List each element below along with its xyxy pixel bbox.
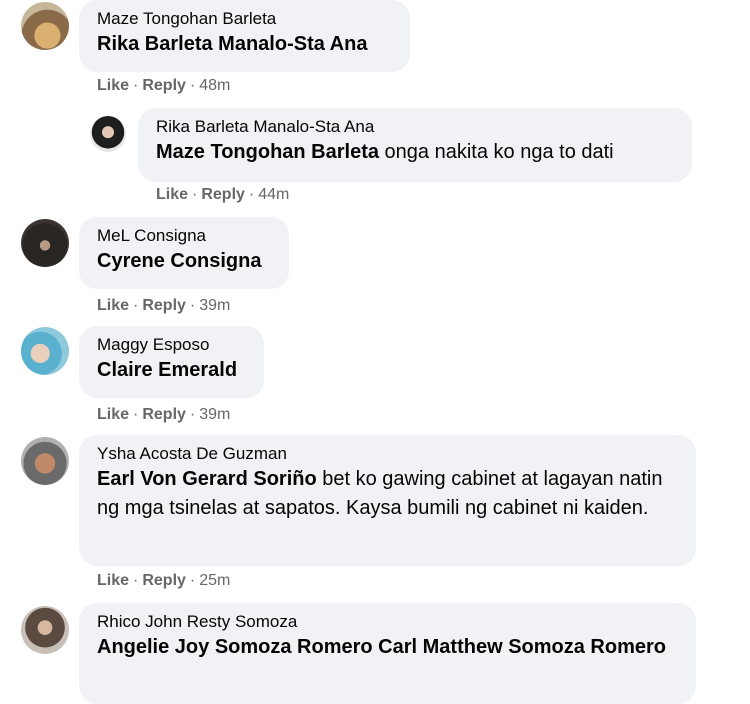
comment-actions: Like · Reply · 39m xyxy=(97,406,231,423)
comment-author[interactable]: Rhico John Resty Somoza xyxy=(97,611,678,633)
mention-link[interactable]: Earl Von Gerard Soriño xyxy=(97,468,317,490)
avatar[interactable] xyxy=(90,116,126,152)
like-button[interactable]: Like xyxy=(97,77,129,94)
comment-actions: Like · Reply · 48m xyxy=(97,77,231,94)
comment-author[interactable]: Maggy Esposo xyxy=(97,334,246,356)
timestamp[interactable]: 39m xyxy=(199,297,230,314)
mention-link[interactable]: Claire Emerald xyxy=(97,359,237,381)
avatar[interactable] xyxy=(21,437,69,485)
reply-button[interactable]: Reply xyxy=(142,297,186,314)
comment-actions: Like · Reply · 25m xyxy=(97,572,231,589)
mention-link[interactable]: Angelie Joy Somoza Romero Carl Matthew S… xyxy=(97,636,666,658)
avatar[interactable] xyxy=(21,606,69,654)
timestamp[interactable]: 48m xyxy=(199,77,230,94)
comment-author[interactable]: MeL Consigna xyxy=(97,225,271,247)
mention-link[interactable]: Cyrene Consigna xyxy=(97,250,261,272)
like-button[interactable]: Like xyxy=(156,186,188,203)
comment-author[interactable]: Ysha Acosta De Guzman xyxy=(97,443,678,465)
like-button[interactable]: Like xyxy=(97,297,129,314)
like-button[interactable]: Like xyxy=(97,406,129,423)
comment-text: Maze Tongohan Barleta onga nakita ko nga… xyxy=(156,141,614,163)
comment-text: Cyrene Consigna xyxy=(97,250,261,272)
comment-bubble: Rhico John Resty Somoza Angelie Joy Somo… xyxy=(79,603,696,704)
comment-text: Claire Emerald xyxy=(97,359,237,381)
comment-bubble: Maze Tongohan Barleta Rika Barleta Manal… xyxy=(79,0,410,72)
reply-button[interactable]: Reply xyxy=(142,406,186,423)
mention-link[interactable]: Maze Tongohan Barleta xyxy=(156,141,379,163)
comment-actions: Like · Reply · 39m xyxy=(97,297,231,314)
comment-bubble: Rika Barleta Manalo-Sta Ana Maze Tongoha… xyxy=(138,108,692,182)
mention-link[interactable]: Rika Barleta Manalo-Sta Ana xyxy=(97,33,367,55)
timestamp[interactable]: 25m xyxy=(199,572,230,589)
comment-text: Angelie Joy Somoza Romero Carl Matthew S… xyxy=(97,636,666,658)
reply-button[interactable]: Reply xyxy=(142,572,186,589)
comment-author[interactable]: Maze Tongohan Barleta xyxy=(97,8,392,30)
avatar[interactable] xyxy=(21,327,69,375)
comment-bubble: Ysha Acosta De Guzman Earl Von Gerard So… xyxy=(79,435,696,566)
timestamp[interactable]: 44m xyxy=(258,186,289,203)
comment-text: Earl Von Gerard Soriño bet ko gawing cab… xyxy=(97,468,663,519)
reply-button[interactable]: Reply xyxy=(201,186,245,203)
like-button[interactable]: Like xyxy=(97,572,129,589)
avatar[interactable] xyxy=(21,2,69,50)
comment-text: Rika Barleta Manalo-Sta Ana xyxy=(97,33,367,55)
comment-actions: Like · Reply · 44m xyxy=(156,186,290,203)
comment-author[interactable]: Rika Barleta Manalo-Sta Ana xyxy=(156,116,674,138)
comment-bubble: MeL Consigna Cyrene Consigna xyxy=(79,217,289,289)
timestamp[interactable]: 39m xyxy=(199,406,230,423)
comment-bubble: Maggy Esposo Claire Emerald xyxy=(79,326,264,398)
reply-button[interactable]: Reply xyxy=(142,77,186,94)
avatar[interactable] xyxy=(21,219,69,267)
